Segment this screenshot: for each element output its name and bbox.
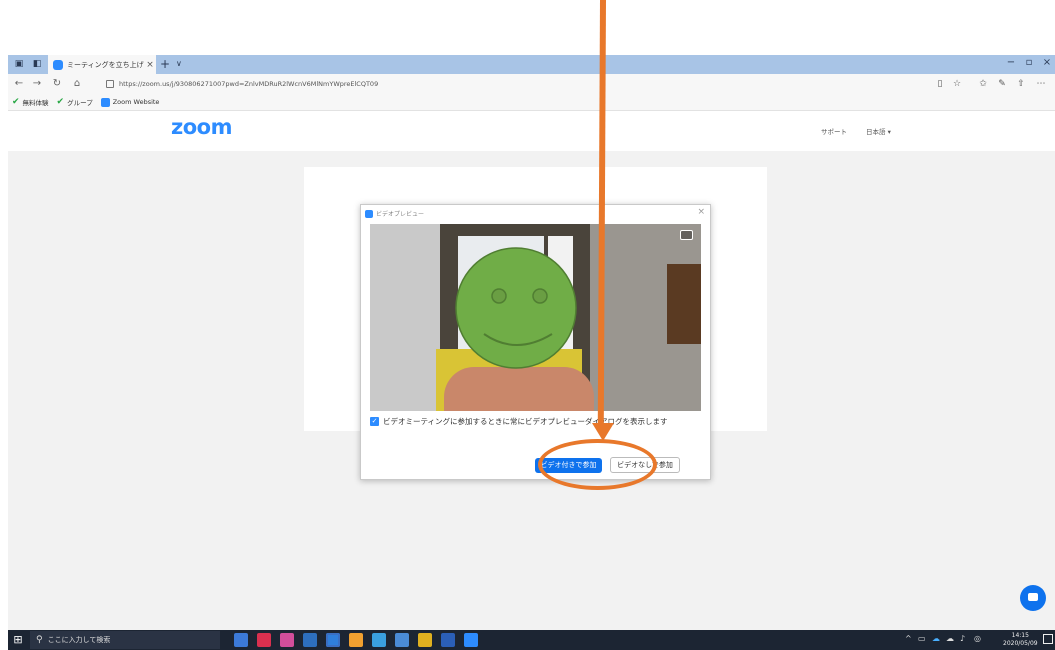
wall-left (370, 224, 440, 411)
zoom-icon (100, 97, 110, 107)
browser-window: ▣ ◧ ミーティングを立ち上げる - ; × + ∨ − ▫ × ← → ↻ ⌂… (8, 55, 1055, 650)
checkmark-icon: ✔ (12, 97, 20, 107)
zoom-icon (365, 210, 373, 218)
search-placeholder: ここに入力して検索 (47, 636, 111, 644)
zoom-header: zoom サポート 日本語 ▾ (8, 111, 1055, 151)
new-tab-button[interactable]: + (160, 56, 170, 72)
tray-chevron-icon[interactable]: ^ (905, 634, 912, 643)
support-link[interactable]: サポート (821, 126, 847, 136)
tab-bar: ▣ ◧ ミーティングを立ち上げる - ; × + ∨ − ▫ × (8, 55, 1055, 74)
hp-app-icon[interactable] (280, 633, 294, 647)
favorite-item[interactable]: ✔ グループ (57, 97, 93, 107)
person-body (444, 367, 594, 411)
drive-icon[interactable] (372, 633, 386, 647)
tab-manager-icon[interactable]: ▣ (12, 58, 26, 70)
more-icon[interactable]: ⋯ (1034, 77, 1048, 91)
favorite-label: グループ (67, 99, 93, 107)
notification-icon[interactable] (1043, 634, 1053, 644)
word-icon[interactable] (441, 633, 455, 647)
minimize-button[interactable]: − (1004, 57, 1018, 68)
close-window-button[interactable]: × (1040, 57, 1054, 68)
forward-icon[interactable]: → (30, 77, 44, 91)
clock-date: 2020/05/09 (1003, 640, 1038, 647)
taskbar-search[interactable]: ⚲ ここに入力して検索 (30, 631, 220, 649)
folder-app-icon[interactable] (418, 633, 432, 647)
always-show-preview-option[interactable]: ✓ ビデオミーティングに参加するときに常にビデオプレビューダイアログを表示します (370, 416, 668, 427)
lock-icon (106, 80, 114, 88)
chrome-icon[interactable] (349, 633, 363, 647)
url-text: https://zoom.us/j/930806271007pwd=ZnlvMD… (119, 80, 379, 88)
tab-close-icon[interactable]: × (144, 60, 156, 70)
tray-onedrive-icon[interactable]: ☁ (946, 634, 954, 643)
dialog-close-icon[interactable]: × (697, 207, 705, 217)
language-dropdown[interactable]: 日本語 ▾ (866, 126, 891, 136)
security-app-icon[interactable] (257, 633, 271, 647)
network-icon[interactable]: ◎ (974, 634, 981, 643)
windows-start-icon[interactable]: ⊞ (12, 634, 24, 646)
favorites-bar: ✔ 無料体験 ✔ グループ Zoom Website (8, 94, 1055, 111)
closed-caption-icon[interactable] (680, 230, 693, 240)
windows-taskbar: ⊞ ⚲ ここに入力して検索 ^ ▭ ☁ ☁ ♪ ◎ 14:15 2020/05/… (8, 630, 1055, 650)
favorite-item[interactable]: Zoom Website (100, 97, 160, 107)
restore-button[interactable]: ▫ (1022, 57, 1036, 68)
share-icon[interactable]: ⇧ (1014, 77, 1028, 91)
edge-browser-icon[interactable] (326, 633, 340, 647)
zoom-logo[interactable]: zoom (171, 115, 232, 139)
checkbox-label: ビデオミーティングに参加するときに常にビデオプレビューダイアログを表示します (383, 417, 668, 426)
annotation-highlight-ellipse (538, 439, 657, 490)
address-bar: ← → ↻ ⌂ https://zoom.us/j/930806271007pw… (8, 74, 1055, 94)
taskbar-clock[interactable]: 14:15 2020/05/09 (1003, 632, 1038, 648)
back-icon[interactable]: ← (12, 77, 26, 91)
task-view-icon[interactable] (234, 633, 248, 647)
url-field[interactable]: https://zoom.us/j/930806271007pwd=ZnlvMD… (106, 77, 926, 91)
volume-icon[interactable]: ♪ (960, 634, 965, 643)
refresh-icon[interactable]: ↻ (50, 77, 64, 91)
search-icon: ⚲ (36, 635, 43, 645)
cabinet (667, 264, 701, 344)
chat-help-button[interactable] (1020, 585, 1046, 611)
tab-zoom-meeting[interactable]: ミーティングを立ち上げる - ; × (48, 55, 156, 74)
tab-dropdown-icon[interactable]: ∨ (176, 56, 182, 72)
favorite-star-icon[interactable]: ☆ (950, 77, 964, 91)
video-preview (370, 224, 701, 411)
tab-aside-icon[interactable]: ◧ (30, 58, 44, 70)
internet-explorer-icon[interactable] (303, 633, 317, 647)
video-preview-dialog: ビデオプレビュー × ✓ ビデオミーティングに参加するときに常にビデオプレビュー… (360, 204, 711, 480)
chat-bubble-icon (1028, 593, 1038, 601)
favorites-hub-icon[interactable]: ✩ (976, 77, 990, 91)
favorite-label: Zoom Website (112, 98, 160, 106)
dialog-title: ビデオプレビュー (376, 211, 425, 218)
clock-time: 14:15 (1011, 632, 1029, 639)
reading-view-icon[interactable]: ▯ (933, 77, 947, 91)
favorite-item[interactable]: ✔ 無料体験 (12, 97, 49, 107)
smiley-face-overlay (455, 247, 577, 369)
pen-icon[interactable]: ✎ (995, 77, 1009, 91)
checkbox-checked-icon[interactable]: ✓ (370, 417, 379, 426)
network-app-icon[interactable] (395, 633, 409, 647)
zoom-favicon-icon (53, 59, 63, 70)
checkmark-icon: ✔ (56, 97, 65, 107)
zoom-taskbar-icon[interactable] (464, 633, 478, 647)
tab-title: ミーティングを立ち上げる - ; (67, 60, 144, 69)
tray-cloud-icon[interactable]: ☁ (932, 634, 940, 643)
tray-device-icon[interactable]: ▭ (918, 634, 926, 643)
favorite-label: 無料体験 (22, 99, 49, 107)
home-icon[interactable]: ⌂ (70, 77, 84, 91)
